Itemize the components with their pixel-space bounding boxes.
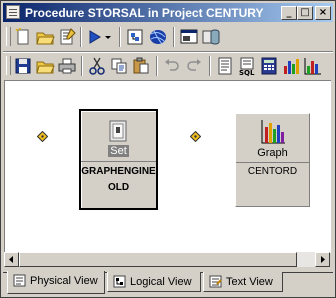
scroll-left-button[interactable] (4, 252, 19, 267)
print-icon[interactable] (57, 56, 77, 76)
paste-icon[interactable] (131, 56, 151, 76)
tab-logical-view[interactable]: Logical View (107, 272, 201, 292)
redo-icon[interactable] (184, 56, 204, 76)
procedure-icon[interactable] (125, 27, 145, 47)
node-caption: Set (108, 145, 129, 157)
text-view-icon (209, 275, 222, 288)
run-icon[interactable] (85, 27, 105, 47)
tab-text-view[interactable]: Text View (203, 272, 283, 292)
node-label: CENTORD (236, 162, 309, 179)
open-icon[interactable] (35, 56, 55, 76)
tab-physical-view[interactable]: Physical View (7, 271, 105, 294)
node-caption: Graph (257, 147, 288, 159)
copy-icon[interactable] (109, 56, 129, 76)
chart-icon[interactable] (281, 56, 301, 76)
sql-icon[interactable]: SQL (237, 56, 257, 76)
window-icon[interactable] (179, 27, 199, 47)
tab-label: Logical View (130, 276, 192, 288)
run-dropdown-icon[interactable] (103, 27, 113, 47)
title-bar[interactable]: Procedure STORSAL in Project CENTURY _ □… (3, 3, 333, 22)
undo-icon[interactable] (162, 56, 182, 76)
tab-label: Text View (226, 276, 273, 288)
procedure-window-icon[interactable] (6, 5, 20, 19)
physical-view-icon (13, 274, 26, 287)
network-icon[interactable] (148, 27, 168, 47)
database-icon[interactable] (201, 27, 221, 47)
report-icon[interactable] (215, 56, 235, 76)
tab-label: Physical View (30, 275, 98, 287)
diagram-canvas[interactable]: Set GRAPHENGINE OLD Graph CENTORD (4, 80, 331, 253)
calculator-icon[interactable] (259, 56, 279, 76)
procedure-window: Procedure STORSAL in Project CENTURY _ □… (0, 0, 336, 298)
horizontal-scrollbar[interactable] (4, 252, 330, 267)
node-label: GRAPHENGINE OLD (81, 161, 156, 196)
close-button[interactable]: × (315, 6, 331, 20)
connector-diamond-icon[interactable] (36, 130, 49, 143)
view-tabs: Physical View Logical View Text View (3, 271, 333, 295)
diagram-node-set[interactable]: Set GRAPHENGINE OLD (79, 109, 158, 210)
save-icon[interactable] (13, 56, 33, 76)
properties-icon[interactable] (57, 27, 77, 47)
maximize-button[interactable]: □ (297, 6, 313, 20)
toolbar-top (3, 24, 333, 50)
scroll-right-button[interactable] (315, 252, 330, 267)
graph-icon (260, 119, 286, 145)
bar-chart-icon[interactable] (303, 56, 323, 76)
open-folder-icon[interactable] (35, 27, 55, 47)
toolbar-grip[interactable] (6, 56, 11, 75)
window-title: Procedure STORSAL in Project CENTURY (25, 6, 264, 20)
minimize-button[interactable]: _ (281, 6, 297, 20)
logical-view-icon (113, 275, 126, 288)
toolbar-bottom: SQL (3, 53, 333, 79)
scrollbar-thumb[interactable] (19, 252, 297, 267)
svg-text:SQL: SQL (239, 69, 255, 76)
cut-icon[interactable] (87, 56, 107, 76)
diagram-node-graph[interactable]: Graph CENTORD (235, 113, 310, 207)
connector-diamond-icon[interactable] (189, 130, 202, 143)
set-file-icon (109, 120, 129, 142)
new-icon[interactable] (13, 27, 33, 47)
toolbar-grip[interactable] (6, 27, 11, 46)
